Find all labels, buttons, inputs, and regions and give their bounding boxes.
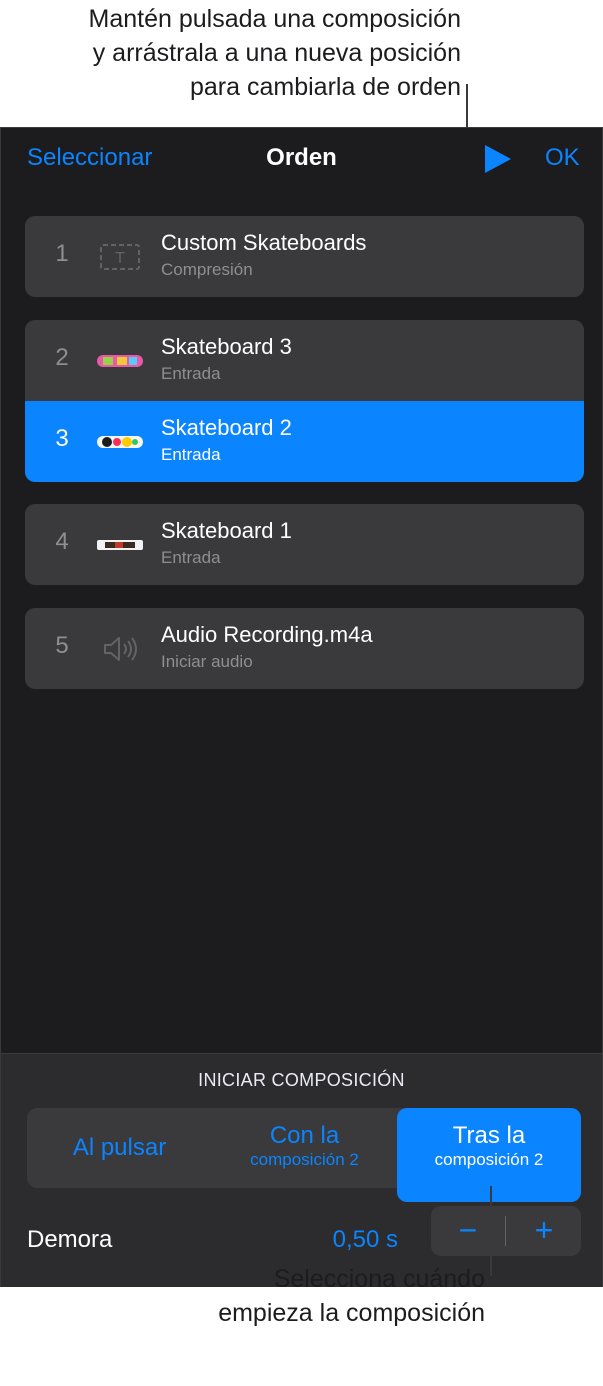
build-title: Audio Recording.m4a	[161, 622, 373, 647]
speaker-icon	[104, 637, 137, 661]
segment-sublabel: composición 2	[250, 1150, 359, 1169]
start-build-section: INICIAR COMPOSICIÓN Al pulsar Con la com…	[1, 1053, 602, 1287]
segment-label: Tras la	[452, 1122, 526, 1149]
segment-on-tap[interactable]: Al pulsar	[27, 1108, 212, 1214]
delay-label: Demora	[27, 1226, 113, 1253]
text-box-icon: T	[100, 244, 140, 270]
svg-text:T: T	[115, 250, 125, 267]
segment-after-build[interactable]: Tras la composición 2	[397, 1108, 581, 1202]
delay-stepper: − +	[431, 1206, 581, 1256]
build-order-panel: Seleccionar Orden OK 1 T Custom Skateboa…	[0, 127, 603, 1287]
increase-button[interactable]: +	[507, 1206, 581, 1256]
build-row-4[interactable]: 4 Skateboard 1 Entrada	[25, 504, 584, 585]
build-number: 1	[55, 240, 69, 267]
build-subtitle: Entrada	[161, 364, 221, 383]
build-row-3[interactable]: 3 Skateboard 2 Entrada	[25, 401, 584, 482]
reorder-callout: Mantén pulsada una composición y arrástr…	[88, 5, 461, 101]
segment-label: Con la	[269, 1122, 340, 1149]
build-title: Skateboard 3	[161, 334, 292, 359]
stepper-divider	[505, 1216, 506, 1246]
decrease-button[interactable]: −	[431, 1206, 505, 1256]
build-subtitle: Entrada	[161, 548, 221, 567]
build-row-2[interactable]: 2 Skateboard 3 Entrada	[25, 320, 584, 401]
skateboard-3-thumbnail	[97, 355, 143, 367]
delay-value: 0,50 s	[332, 1226, 398, 1253]
segment-label: Al pulsar	[72, 1134, 167, 1161]
build-number: 3	[55, 425, 69, 452]
build-row-1[interactable]: 1 T Custom Skateboards Compresión	[25, 216, 584, 297]
build-row-5[interactable]: 5 Audio Recording.m4a Iniciar audio	[25, 608, 584, 689]
build-subtitle: Entrada	[161, 445, 221, 464]
build-number: 5	[55, 632, 69, 659]
segment-with-build[interactable]: Con la composición 2	[212, 1108, 397, 1202]
play-icon[interactable]	[485, 145, 511, 173]
build-title: Custom Skateboards	[161, 230, 367, 255]
build-subtitle: Iniciar audio	[161, 652, 253, 671]
build-number: 2	[55, 344, 69, 371]
skateboard-1-thumbnail	[97, 540, 143, 550]
build-title: Skateboard 1	[161, 518, 292, 543]
page-title: Orden	[266, 144, 337, 171]
segment-sublabel: composición 2	[434, 1150, 544, 1169]
ok-button[interactable]: OK	[545, 144, 580, 172]
build-number: 4	[55, 528, 69, 555]
skateboard-2-thumbnail	[97, 436, 143, 448]
section-heading: INICIAR COMPOSICIÓN	[198, 1070, 405, 1090]
build-subtitle: Compresión	[161, 260, 253, 279]
build-title: Skateboard 2	[161, 415, 292, 440]
start-segmented-control: Al pulsar Con la composición 2 Tras la c…	[27, 1108, 581, 1202]
start-callout: Selecciona cuándo empieza la composición	[218, 1265, 485, 1327]
start-leader-line	[490, 1186, 492, 1276]
